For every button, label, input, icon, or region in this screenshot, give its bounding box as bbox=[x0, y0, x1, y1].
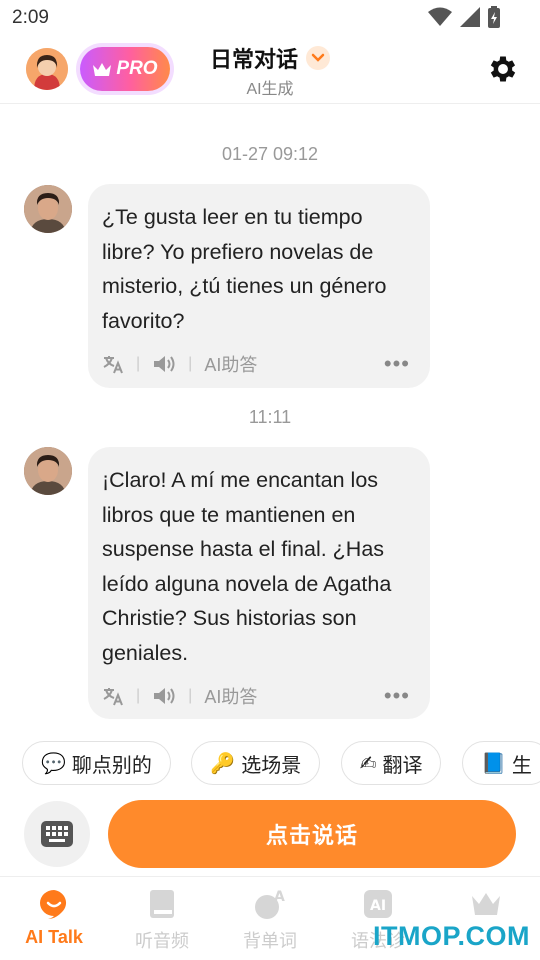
ai-avatar[interactable] bbox=[24, 185, 72, 233]
message-toolbar: | | AI助答 ••• bbox=[102, 670, 416, 722]
divider: | bbox=[188, 687, 193, 704]
avatar-illustration bbox=[24, 447, 72, 495]
chip-translate[interactable]: ✍ 翻译 bbox=[340, 741, 442, 785]
message-toolbar: | | AI助答 ••• bbox=[102, 338, 416, 390]
keyboard-button[interactable] bbox=[24, 801, 90, 867]
nav-item-listen[interactable]: 听音频 bbox=[108, 877, 216, 960]
ai-answer-button[interactable]: AI助答 bbox=[204, 351, 257, 377]
chat-bubble-icon: 💬 bbox=[41, 752, 66, 775]
message-bubble: ¡Claro! A mí me encantan los libros que … bbox=[88, 447, 430, 719]
watermark: ITMOP.COM bbox=[372, 921, 530, 951]
more-icon[interactable]: ••• bbox=[384, 683, 410, 709]
key-icon: 🔑 bbox=[210, 752, 236, 775]
nav-item-vocabulary[interactable]: A 背单词 bbox=[216, 877, 324, 960]
signal-icon bbox=[460, 7, 480, 27]
ai-avatar[interactable] bbox=[24, 447, 72, 495]
page-subtitle: AI生成 bbox=[246, 81, 294, 98]
press-to-talk-button[interactable]: 点击说话 bbox=[108, 800, 516, 868]
speaker-icon[interactable] bbox=[152, 353, 176, 375]
status-time: 2:09 bbox=[12, 7, 49, 28]
message-text: ¡Claro! A mí me encantan los libros que … bbox=[102, 468, 392, 665]
chip-label: 翻译 bbox=[382, 754, 423, 777]
svg-text:AI: AI bbox=[370, 898, 386, 914]
avatar-illustration bbox=[24, 185, 72, 233]
speaker-icon[interactable] bbox=[152, 685, 176, 707]
wifi-icon bbox=[428, 7, 452, 26]
book-icon: 📘 bbox=[480, 752, 506, 775]
nav-label: 背单词 bbox=[243, 931, 297, 951]
chat-smile-icon bbox=[37, 887, 71, 921]
more-icon[interactable]: ••• bbox=[384, 351, 410, 377]
suggestion-chips: 💬 聊点别的 🔑 选场景 ✍ 翻译 📘 生 bbox=[22, 741, 540, 787]
divider: | bbox=[188, 355, 193, 372]
chip-choose-scene[interactable]: 🔑 选场景 bbox=[191, 741, 321, 785]
chip-label: 选场景 bbox=[241, 754, 302, 777]
chip-label: 生 bbox=[511, 754, 532, 777]
message-timestamp: 11:11 bbox=[248, 407, 292, 427]
title-area: 日常对话 AI生成 bbox=[0, 42, 540, 99]
chevron-down-icon[interactable] bbox=[306, 46, 330, 70]
chip-label: 聊点别的 bbox=[71, 754, 152, 777]
ai-chip-icon: AI bbox=[361, 887, 395, 921]
nav-label: AI Talk bbox=[25, 927, 83, 947]
ai-answer-button[interactable]: AI助答 bbox=[204, 683, 257, 709]
pen-icon: ✍ bbox=[359, 752, 377, 775]
message-text: ¿Te gusta leer en tu tiempo libre? Yo pr… bbox=[102, 205, 387, 333]
translate-icon[interactable] bbox=[102, 685, 124, 707]
message-timestamp: 01-27 09:12 bbox=[221, 144, 319, 164]
header: PRO 日常对话 AI生成 bbox=[0, 36, 540, 104]
vocabulary-icon: A bbox=[253, 887, 287, 921]
gear-icon[interactable] bbox=[486, 52, 520, 86]
divider: | bbox=[136, 687, 141, 704]
crown-icon bbox=[469, 887, 503, 921]
message-bubble: ¿Te gusta leer en tu tiempo libre? Yo pr… bbox=[88, 184, 430, 388]
svg-text:A: A bbox=[274, 889, 285, 905]
title-dropdown[interactable]: 日常对话 bbox=[210, 42, 330, 74]
keyboard-icon bbox=[41, 821, 73, 847]
battery-icon bbox=[488, 6, 500, 28]
chip-chat-other[interactable]: 💬 聊点别的 bbox=[22, 741, 171, 785]
page-title: 日常对话 bbox=[209, 47, 298, 72]
nav-label: 听音频 bbox=[135, 931, 189, 951]
translate-icon[interactable] bbox=[102, 353, 124, 375]
nav-item-ai-talk[interactable]: AI Talk bbox=[0, 877, 108, 960]
status-icons bbox=[428, 6, 500, 28]
divider: | bbox=[136, 355, 141, 372]
chip-more[interactable]: 📘 生 bbox=[461, 741, 540, 785]
book-icon bbox=[145, 887, 179, 921]
status-bar: 2:09 bbox=[0, 0, 540, 36]
